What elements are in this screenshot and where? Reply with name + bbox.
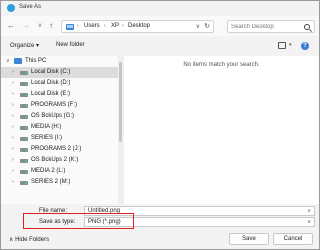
chevron-right-icon[interactable]: › <box>12 113 14 119</box>
drive-icon <box>20 181 28 185</box>
organize-button[interactable]: Organize ▾ <box>10 42 39 49</box>
hide-folders-label: Hide Folders <box>15 237 50 243</box>
chevron-right-icon[interactable]: › <box>12 157 14 163</box>
drive-icon <box>20 115 28 119</box>
drive-icon <box>20 170 28 174</box>
nav-item-label: Local Disk (D:) <box>31 80 71 86</box>
chevron-right-icon[interactable]: › <box>12 69 14 75</box>
nav-item-local-disk-d[interactable]: › Local Disk (D:) <box>1 78 118 89</box>
annotation-highlight-box <box>23 213 134 229</box>
drive-icon <box>20 93 28 97</box>
cancel-button[interactable]: Cancel <box>273 233 313 245</box>
search-input[interactable] <box>231 22 301 32</box>
drive-icon <box>20 82 28 86</box>
save-button[interactable]: Save <box>229 233 269 245</box>
app-icon <box>7 4 15 12</box>
chevron-right-icon[interactable]: › <box>12 102 14 108</box>
nav-item-programs-2-j[interactable]: › PROGRAMS 2 (J:) <box>1 144 118 155</box>
location-icon <box>66 24 74 30</box>
nav-item-label: PROGRAMS 2 (J:) <box>31 146 82 152</box>
chevron-right-icon[interactable]: › <box>12 91 14 97</box>
nav-item-label: OS BckUps (G:) <box>31 113 75 119</box>
search-box[interactable] <box>227 20 315 33</box>
nav-item-label: MEDIA (H:) <box>31 124 62 130</box>
address-row: ← → ∨ ↑ › Users › XP › Desktop ∨ ↻ <box>1 16 319 36</box>
nav-item-series-2-m[interactable]: › SERIES 2 (M:) <box>1 177 118 188</box>
up-arrow-icon[interactable]: ↑ <box>46 21 56 31</box>
chevron-right-icon[interactable]: › <box>12 146 14 152</box>
view-options-icon[interactable] <box>278 42 286 49</box>
chevron-right-icon[interactable]: › <box>122 23 124 29</box>
chevron-right-icon[interactable]: › <box>104 23 106 29</box>
chevron-right-icon[interactable]: › <box>12 80 14 86</box>
nav-item-media-h[interactable]: › MEDIA (H:) <box>1 122 118 133</box>
nav-item-label: This PC <box>25 58 47 64</box>
new-folder-button[interactable]: New folder <box>56 42 85 48</box>
nav-item-label: Local Disk (E:) <box>31 91 71 97</box>
breadcrumb-desktop[interactable]: Desktop <box>128 23 150 29</box>
chevron-right-icon[interactable]: › <box>12 168 14 174</box>
chevron-right-icon[interactable]: › <box>12 124 14 130</box>
drive-icon <box>20 71 28 75</box>
address-dropdown-icon[interactable]: ∨ <box>196 23 200 30</box>
search-icon <box>304 24 310 30</box>
nav-item-label: MEDIA 2 (L:) <box>31 168 66 174</box>
drive-icon <box>20 148 28 152</box>
nav-item-label: OS BckUps 2 (K:) <box>31 157 79 163</box>
chevron-down-icon[interactable]: ∨ <box>307 208 311 214</box>
drive-icon <box>20 159 28 163</box>
forward-arrow-icon[interactable]: → <box>21 21 31 31</box>
save-as-dialog: Save As ← → ∨ ↑ › Users › XP › Desktop ∨… <box>0 0 320 250</box>
drive-icon <box>20 126 28 130</box>
nav-item-label: SERIES (I:) <box>31 135 63 141</box>
help-icon[interactable]: ? <box>301 42 309 50</box>
nav-item-local-disk-c[interactable]: › Local Disk (C:) <box>1 67 118 78</box>
drive-icon <box>20 104 28 108</box>
nav-item-label: PROGRAMS (F:) <box>31 102 77 108</box>
file-list-area[interactable]: No items match your search. <box>124 56 319 204</box>
hide-folders-button[interactable]: ∧ Hide Folders <box>9 236 49 243</box>
back-arrow-icon[interactable]: ← <box>6 21 16 31</box>
drive-icon <box>20 137 28 141</box>
nav-item-os-bckups-g[interactable]: › OS BckUps (G:) <box>1 111 118 122</box>
chevron-down-icon[interactable]: ∨ <box>307 219 311 225</box>
nav-item-programs-f[interactable]: › PROGRAMS (F:) <box>1 100 118 111</box>
breadcrumb-users[interactable]: Users <box>84 23 100 29</box>
chevron-down-icon[interactable]: ∨ <box>6 58 10 64</box>
title-bar[interactable]: Save As <box>1 1 319 15</box>
dialog-footer: ∧ Hide Folders Save Cancel <box>1 230 319 249</box>
window-title: Save As <box>19 4 42 10</box>
chevron-right-icon[interactable]: › <box>77 23 79 29</box>
refresh-icon[interactable]: ↻ <box>204 22 210 30</box>
address-bar[interactable]: › Users › XP › Desktop ∨ ↻ <box>61 20 214 33</box>
breadcrumb-xp[interactable]: XP <box>111 23 119 29</box>
view-dropdown-icon[interactable]: ▾ <box>289 42 292 48</box>
nav-item-os-bckups-2-k[interactable]: › OS BckUps 2 (K:) <box>1 155 118 166</box>
chevron-right-icon[interactable]: › <box>12 135 14 141</box>
chevron-up-icon: ∧ <box>9 237 14 243</box>
toolbar: Organize ▾ New folder ▾ ? <box>1 37 319 55</box>
computer-icon <box>14 58 22 64</box>
chevron-right-icon[interactable]: › <box>12 179 14 185</box>
recent-locations-chevron-icon[interactable]: ∨ <box>35 21 45 31</box>
nav-item-label: Local Disk (C:) <box>31 69 71 75</box>
nav-item-label: SERIES 2 (M:) <box>31 179 71 185</box>
nav-item-series-i[interactable]: › SERIES (I:) <box>1 133 118 144</box>
empty-state-message: No items match your search. <box>183 62 260 68</box>
scrollbar-thumb[interactable] <box>119 62 122 142</box>
nav-item-local-disk-e[interactable]: › Local Disk (E:) <box>1 89 118 100</box>
navigation-pane: ∨ This PC › Local Disk (C:) › Local Disk… <box>1 56 118 204</box>
nav-item-media-2-l[interactable]: › MEDIA 2 (L:) <box>1 166 118 177</box>
nav-item-this-pc[interactable]: ∨ This PC <box>1 56 118 67</box>
